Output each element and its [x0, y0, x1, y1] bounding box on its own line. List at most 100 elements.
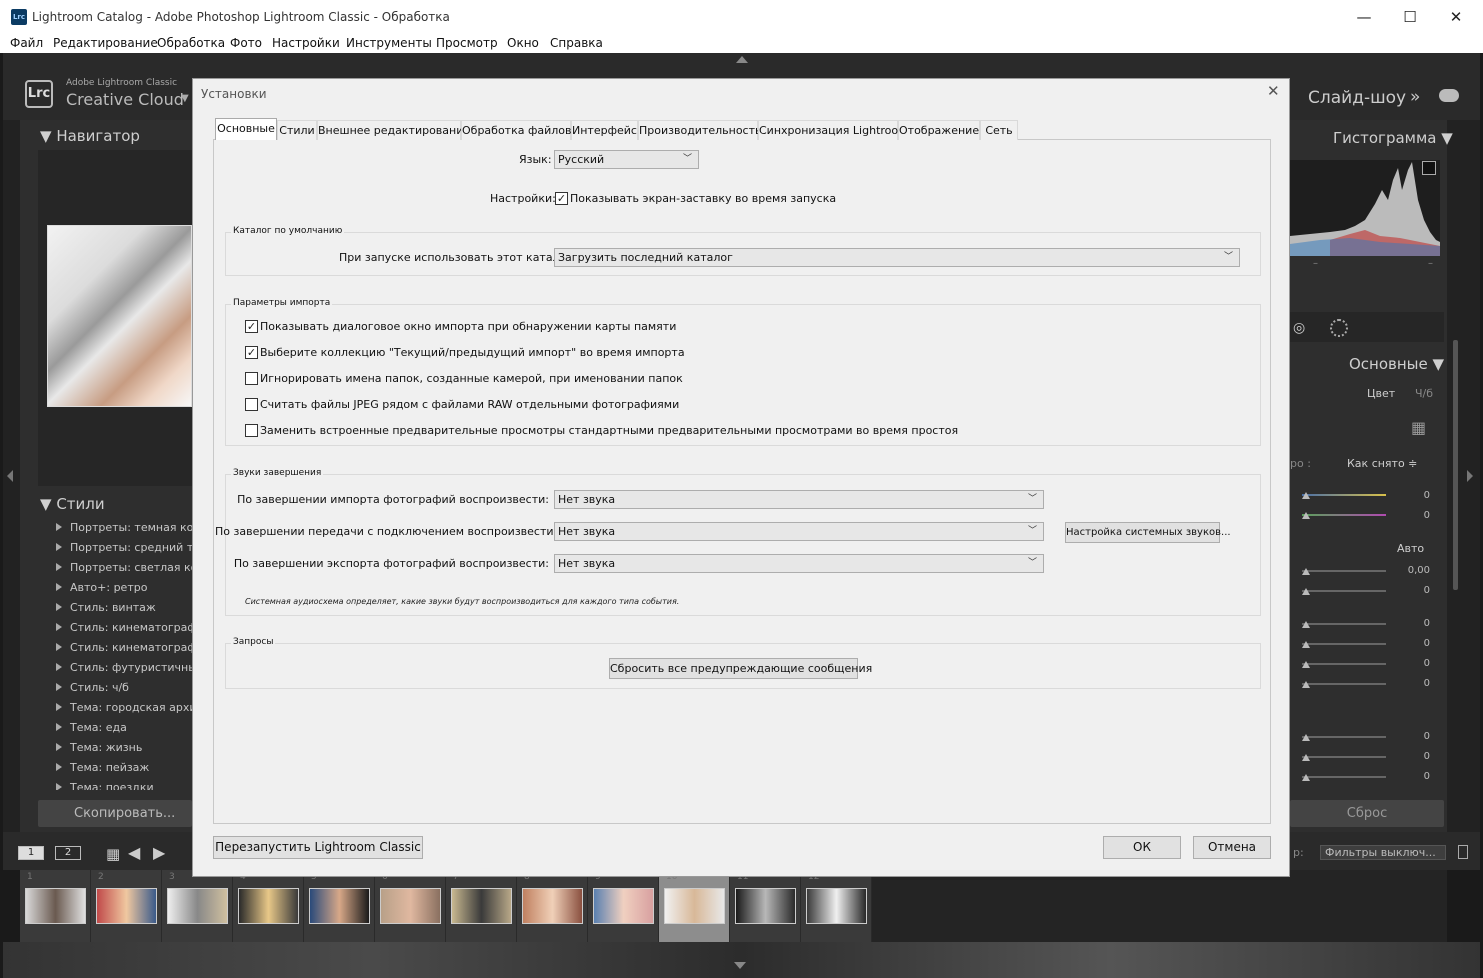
catalog-select[interactable]: Загрузить последний каталог ﹀	[554, 248, 1240, 267]
tab-display[interactable]: Отображение	[898, 120, 980, 140]
module-slideshow[interactable]: Слайд-шоу	[1308, 88, 1406, 108]
close-window-button[interactable]: ✕	[1433, 4, 1479, 30]
current-import-checkbox[interactable]: ✓	[245, 346, 258, 359]
menu-window[interactable]: Окно	[507, 36, 539, 50]
temp-slider[interactable]	[1302, 494, 1386, 496]
tab-external-editing[interactable]: Внешнее редактирование	[317, 120, 470, 140]
clarity-slider[interactable]	[1302, 756, 1386, 758]
slider-knob[interactable]	[1302, 641, 1310, 648]
styles-header[interactable]: ▼ Стили	[40, 495, 105, 513]
dehaze-value[interactable]: 0	[1400, 771, 1430, 782]
slider-knob[interactable]	[1302, 754, 1310, 761]
filmstrip-thumbnail[interactable]: 2	[91, 870, 162, 942]
list-item[interactable]: Тема: пейзаж	[56, 758, 192, 778]
left-panel-toggle-icon[interactable]	[7, 470, 13, 482]
tab-performance[interactable]: Производительность	[638, 120, 762, 140]
slider-knob[interactable]	[1302, 734, 1310, 741]
copy-settings-button[interactable]: Скопировать...	[38, 800, 192, 827]
temp-value[interactable]: 0	[1400, 490, 1430, 501]
filmstrip-thumbnail[interactable]: 9	[588, 870, 659, 942]
navigator-preview[interactable]	[47, 225, 192, 407]
filmstrip-thumbnail[interactable]: 5	[304, 870, 375, 942]
ok-button[interactable]: ОК	[1103, 836, 1181, 859]
menu-develop[interactable]: Обработка	[157, 36, 225, 50]
restart-lightroom-button[interactable]: Перезапустить Lightroom Classic	[213, 836, 423, 859]
clarity-value[interactable]: 0	[1400, 751, 1430, 762]
slider-knob[interactable]	[1302, 512, 1310, 519]
ignore-folder-names-checkbox[interactable]	[245, 372, 258, 385]
menu-settings[interactable]: Настройки	[272, 36, 340, 50]
filmstrip-thumbnail[interactable]: 7	[446, 870, 517, 942]
white-balance-select[interactable]: Как снято ≑	[1347, 457, 1417, 470]
list-item[interactable]: Стиль: ч/б	[56, 678, 192, 698]
list-item[interactable]: Тема: городская архитектура	[56, 698, 192, 718]
filmstrip-thumbnail[interactable]: 10	[659, 870, 730, 942]
tint-slider[interactable]	[1302, 514, 1386, 516]
tab-general[interactable]: Основные	[215, 118, 277, 140]
maximize-button[interactable]: ☐	[1387, 4, 1433, 30]
brand-dropdown-icon[interactable]: ▼	[181, 93, 189, 104]
sound-import-select[interactable]: Нет звука ﹀	[554, 490, 1044, 509]
slider-knob[interactable]	[1302, 492, 1310, 499]
filmstrip-thumbnail[interactable]: 12	[801, 870, 872, 942]
list-item[interactable]: Стиль: винтаж	[56, 598, 192, 618]
bottom-panel-toggle-icon[interactable]	[734, 962, 746, 969]
histogram-header[interactable]: Гистограмма ▼	[1333, 129, 1453, 147]
treatment-bw[interactable]: Ч/б	[1415, 387, 1433, 400]
slider-knob[interactable]	[1302, 568, 1310, 575]
language-select[interactable]: Русский ﹀	[554, 150, 699, 169]
shadows-slider[interactable]	[1302, 643, 1386, 645]
jpeg-separate-checkbox[interactable]	[245, 398, 258, 411]
minimize-button[interactable]: —	[1341, 4, 1387, 30]
highlights-slider[interactable]	[1302, 623, 1386, 625]
list-item[interactable]: Портреты: темная кожа	[56, 518, 192, 538]
tab-interface[interactable]: Интерфейс	[571, 120, 638, 140]
contrast-value[interactable]: 0	[1400, 585, 1430, 596]
list-item[interactable]: Авто+: ретро	[56, 578, 192, 598]
grid-view-icon[interactable]: ▦	[106, 845, 120, 863]
slider-knob[interactable]	[1302, 588, 1310, 595]
list-item[interactable]: Тема: жизнь	[56, 738, 192, 758]
primary-screen-button[interactable]: 1	[18, 846, 44, 860]
menu-edit[interactable]: Редактирование	[53, 36, 158, 50]
cancel-button[interactable]: Отмена	[1193, 836, 1271, 859]
list-item[interactable]: Тема: еда	[56, 718, 192, 738]
list-item[interactable]: Стиль: кинематографический II	[56, 638, 192, 658]
back-arrow-icon[interactable]: ◀	[128, 843, 140, 862]
filter-select[interactable]: Фильтры выключ...	[1320, 845, 1446, 860]
list-item[interactable]: Стиль: кинематографический	[56, 618, 192, 638]
filter-switch-icon[interactable]	[1458, 845, 1468, 859]
whites-value[interactable]: 0	[1400, 658, 1430, 669]
highlights-value[interactable]: 0	[1400, 618, 1430, 629]
filmstrip-thumbnail[interactable]: 4	[233, 870, 304, 942]
blacks-slider[interactable]	[1302, 683, 1386, 685]
reset-warnings-button[interactable]: Сбросить все предупреждающие сообщения	[609, 658, 872, 679]
dialog-close-icon[interactable]: ✕	[1267, 82, 1280, 100]
system-sounds-button[interactable]: Настройка системных звуков...	[1065, 522, 1231, 543]
dehaze-slider[interactable]	[1302, 776, 1386, 778]
tab-presets[interactable]: Стили	[277, 120, 317, 140]
secondary-screen-button[interactable]: 2	[55, 846, 81, 860]
forward-arrow-icon[interactable]: ▶	[153, 843, 165, 862]
profile-browser-icon[interactable]: ▦	[1411, 418, 1426, 437]
import-dialog-checkbox[interactable]: ✓	[245, 320, 258, 333]
slider-knob[interactable]	[1302, 681, 1310, 688]
highlight-clipping-toggle[interactable]	[1422, 161, 1436, 175]
filmstrip-thumbnail[interactable]: 1	[20, 870, 91, 942]
filmstrip-thumbnail[interactable]: 6	[375, 870, 446, 942]
menu-tools[interactable]: Инструменты	[346, 36, 432, 50]
blacks-value[interactable]: 0	[1400, 678, 1430, 689]
list-item[interactable]: Тема: поездки	[56, 778, 192, 790]
replace-previews-checkbox[interactable]	[245, 424, 258, 437]
filmstrip-thumbnail[interactable]: 8	[517, 870, 588, 942]
more-modules-icon[interactable]: »	[1410, 87, 1420, 107]
right-panel-scrollbar[interactable]	[1453, 340, 1458, 590]
treatment-color[interactable]: Цвет	[1367, 387, 1395, 400]
menu-view[interactable]: Просмотр	[436, 36, 498, 50]
list-item[interactable]: Портреты: средний тон	[56, 538, 192, 558]
reset-button[interactable]: Сброс	[1290, 800, 1444, 827]
cloud-sync-icon[interactable]	[1439, 89, 1459, 102]
slider-knob[interactable]	[1302, 774, 1310, 781]
list-item[interactable]: Портреты: светлая кожа	[56, 558, 192, 578]
shadows-value[interactable]: 0	[1400, 638, 1430, 649]
